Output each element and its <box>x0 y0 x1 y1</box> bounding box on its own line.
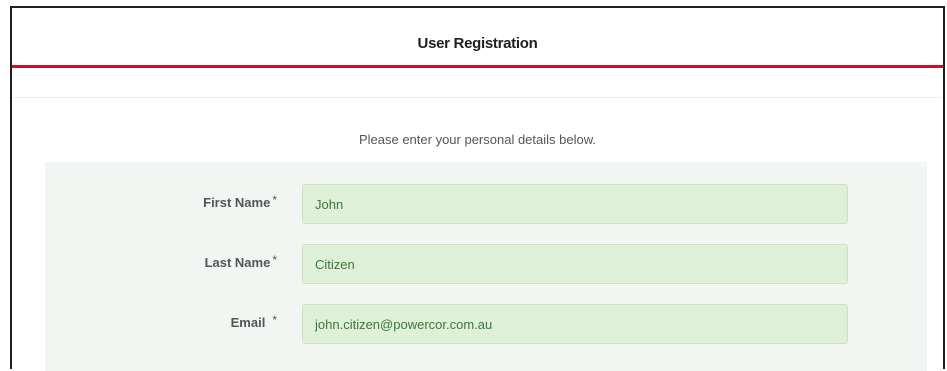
required-marker: * <box>272 193 277 207</box>
form-row-last-name: Last Name * <box>45 244 927 284</box>
email-label: Email * <box>230 313 277 330</box>
first-name-label: First Name * <box>203 193 277 210</box>
intro-text: Please enter your personal details below… <box>358 132 597 147</box>
last-name-label-text: Last Name <box>204 255 271 270</box>
form-row-first-name: First Name * <box>45 184 927 224</box>
required-marker: * <box>272 313 277 327</box>
registration-form: First Name* Last Name* Email* <box>45 162 927 371</box>
first-name-label-text: First Name <box>203 195 271 210</box>
first-name-field[interactable] <box>302 184 848 224</box>
form-row-email: Email * <box>45 304 927 344</box>
page-title: User Registration <box>417 35 538 52</box>
required-marker: * <box>272 253 277 267</box>
email-label-text: Email <box>230 315 266 330</box>
email-field[interactable] <box>302 304 848 344</box>
registration-panel: User Registration Please enter your pers… <box>10 6 945 371</box>
section-divider <box>12 97 943 98</box>
last-name-label: Last Name * <box>204 253 277 270</box>
last-name-field[interactable] <box>302 244 848 284</box>
panel-header: User Registration <box>12 8 943 68</box>
